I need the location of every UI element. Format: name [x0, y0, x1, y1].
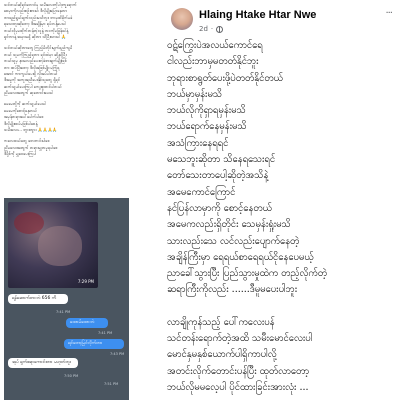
- more-options-icon[interactable]: ···: [385, 8, 392, 19]
- post-author-name[interactable]: Hlaing Htake Htar Nwe: [199, 9, 316, 21]
- post-text-line: လာချိုကုန်သည့် ပေါ်ကလေးပန်: [167, 316, 275, 328]
- post-text-line: တော်သေးတာပေါ့ဆိုတဲ့အသိနဲ့: [167, 170, 269, 182]
- post-timestamp[interactable]: 2d: [199, 25, 208, 33]
- post-text-line: အသံကြားနေရရင်: [167, 137, 229, 149]
- chat-message-time: 7:50 PM: [64, 374, 79, 378]
- post-text-line: အချိန်ကြီးမှာ ရေရယ်စာရေရယ်ငိုနေပေမယ့်: [167, 251, 314, 263]
- post-text-line: ဘုရားစာရွတ်ပေးဖို့ပဲတတ်နိုင်တယ်: [167, 72, 283, 84]
- chat-message-text: ရန်ဆောက်တာဘဲ 656 ကိ: [12, 296, 57, 301]
- chat-message-text: အုပ် ရှက်စရာကောင်းတာ မဟုတ်ဘူး: [12, 360, 71, 365]
- post-meta: 2d ·: [199, 25, 224, 33]
- post-text-line: သားလည်းသေ လင်လည်းပျောက်နေတဲ့: [167, 235, 300, 247]
- video-timestamp: 7:29 PM: [77, 279, 94, 284]
- post-text-line: ညာခေါ်သွားပြီး ပြည်သွားမှုထဲက တည့်လိုက်တ…: [167, 268, 327, 280]
- post-text-line: အတင်းလိုက်တောင်းပန်ပြီး ထုတ်လာတော့: [167, 365, 310, 377]
- globe-icon: [216, 25, 224, 33]
- post-text-line: သင်တန်းရောက်တဲ့အထိ သမီးမောင်လေးပါ: [167, 333, 313, 345]
- chat-message-time: 7:41 PM: [98, 331, 113, 335]
- video-thumbnail[interactable]: 7:29 PM: [8, 202, 98, 288]
- chat-message-outgoing: ထောမ်ထောဘဲ: [66, 318, 108, 328]
- screenshot-panel: သင်တယ်ဆိုရင်တောင်မှ သမီးလေးကိုပါဒုက္ခရော…: [0, 0, 133, 400]
- post-text-line: အမေကလည်းရှိတိုင်း သေမှန်းရှုံးမသိ: [167, 219, 291, 231]
- chat-message-time: 7:43 PM: [110, 352, 125, 356]
- post-text-line: ဝဋ်ကြွေးပဲအလယ်ကောင်ရေ: [167, 40, 263, 51]
- post-body: ဝဋ်ကြွေးပဲအလယ်ကောင်ရေ ငါလည်းဘာမှမတတ်နိုင…: [167, 38, 395, 396]
- chat-message-incoming: အုပ် ရှက်စရာကောင်းတာ မဟုတ်ဘူး: [8, 358, 78, 368]
- post-text-line: အမေကောင်ကြောင်: [167, 186, 236, 198]
- post-text-line: ငါလည်းဘာမှမတတ်နိုင်ဘူး: [167, 56, 259, 68]
- post-text-line: မသေဘူးဆိုတာ သိနေရသေးရင်: [167, 154, 276, 166]
- post-text-line: ဘယ်လိုမမလေ့ပါ ပိုင်ထားခြင်းအားလုံး ...: [167, 381, 309, 393]
- chat-message-outgoing: ရင်တော့မြင်လိုက်တာ: [64, 339, 124, 349]
- post-text-line: မောင်နှမနှစ်ယောက်ပါရှိကာပါလို့: [167, 349, 277, 361]
- chat-message-time: 7:41 PM: [56, 310, 71, 314]
- chat-message-text: ရင်တော့မြင်လိုက်တာ: [68, 341, 103, 346]
- screenshot-text-block: သင်တယ်ဆိုရင်တောင်မှ သမီးလေးကိုပါဒုက္ခရော…: [4, 2, 128, 158]
- post-text-line: ဘယ်ရောက်နေမှန်းမသိ: [167, 121, 247, 133]
- chat-message-text: ထောမ်ထောဘဲ: [70, 320, 95, 325]
- post-text-line: ဘယ်လိုကိုရှာရမှန်းမသိ: [167, 105, 246, 117]
- screenshot-text-line: ဒီပို့စ်ကို မျှဝေပေးကြပါ: [4, 151, 37, 157]
- post-text-line: ဆရာကြီးကိုလည်း ......ဒီမူမပေးပါဘူး: [167, 284, 298, 296]
- facebook-post: Hlaing Htake Htar Nwe 2d · ··· ဝဋ်ကြွေးပ…: [133, 0, 400, 400]
- meta-separator: ·: [210, 25, 214, 33]
- chat-message-time: 7:51 PM: [104, 382, 119, 386]
- post-text-line: နင်ပြန်လာမှာကို စောင့်နေတယ်: [167, 202, 272, 214]
- chat-message-incoming: ရန်ဆောက်တာဘဲ 656 ကိ: [8, 294, 68, 304]
- avatar[interactable]: [171, 8, 193, 30]
- chat-screenshot: 7:29 PM ရန်ဆောက်တာဘဲ 656 ကိ 7:41 PM ထောမ…: [4, 198, 129, 400]
- post-text-line: ဘယ်မှာမှန်းမသိ: [167, 88, 223, 100]
